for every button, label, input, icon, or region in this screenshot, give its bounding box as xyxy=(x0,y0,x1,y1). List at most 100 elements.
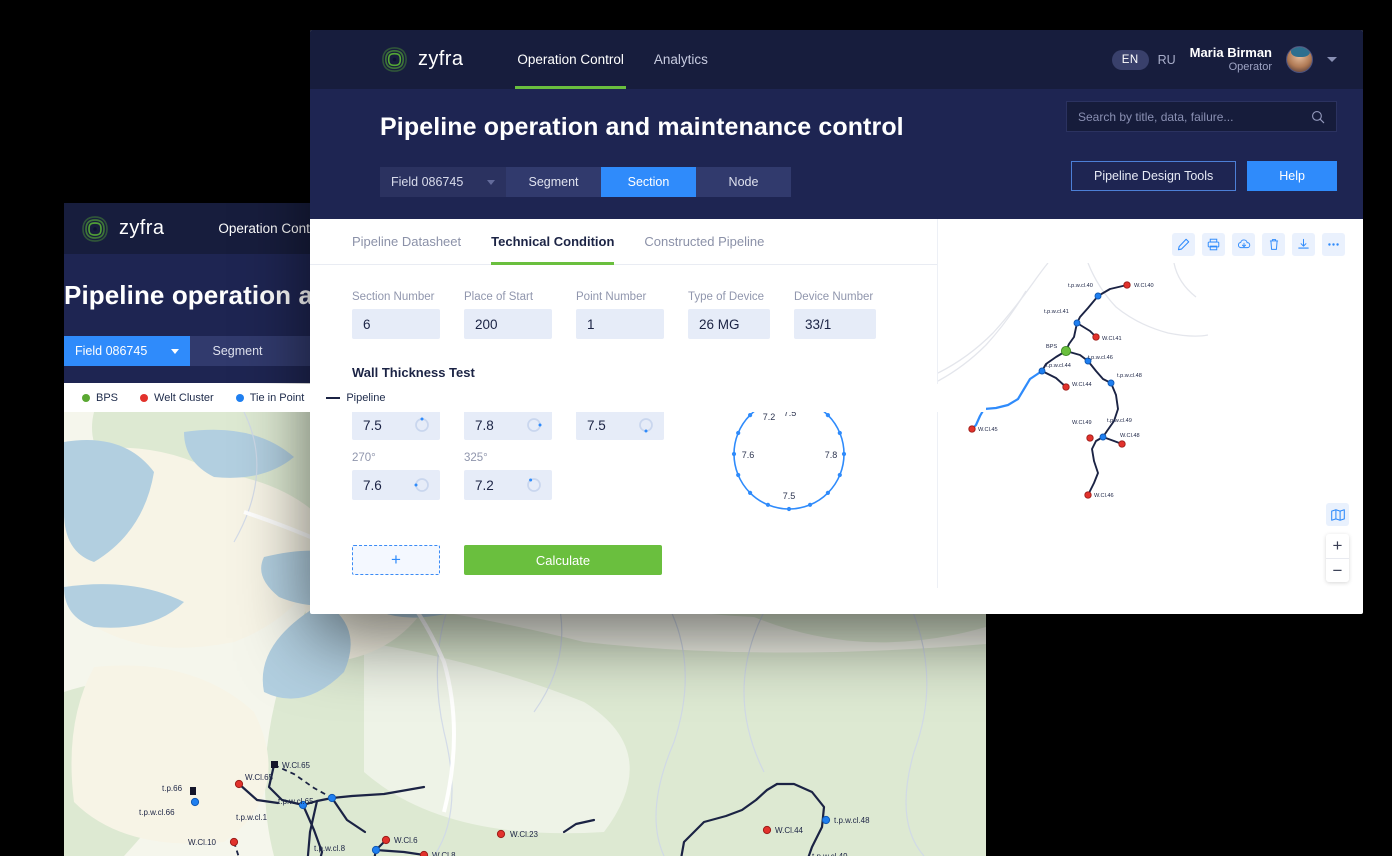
node-button[interactable]: Node xyxy=(696,167,791,197)
logo-back[interactable]: zyfra xyxy=(80,214,164,244)
help-button[interactable]: Help xyxy=(1247,161,1337,191)
calculate-button-label: Calculate xyxy=(535,552,591,568)
field-point-number: Point Number 1 xyxy=(576,291,664,339)
add-reading-button[interactable]: + xyxy=(352,545,440,575)
mini-label-wcl44: W.Cl.44 xyxy=(1072,382,1092,388)
section-button[interactable]: Section xyxy=(601,167,696,197)
field-device-number-input[interactable]: 33/1 xyxy=(794,309,876,339)
more-icon xyxy=(1328,243,1339,246)
legend-label-tie-in-point: Tie in Point xyxy=(249,392,305,404)
wall-thickness-row-2: 270° 7.6 325° 7.2 xyxy=(352,452,682,500)
segment-button[interactable]: Segment xyxy=(506,167,601,197)
mini-label-wcl49: W.Cl.49 xyxy=(1072,420,1092,426)
svg-text:t.p.w.cl.1: t.p.w.cl.1 xyxy=(236,813,268,822)
map-node-square xyxy=(271,761,278,768)
field-section-number: Section Number 6 xyxy=(352,291,440,339)
user-info[interactable]: Maria Birman Operator xyxy=(1190,45,1272,75)
print-button[interactable] xyxy=(1202,233,1225,256)
form-action-buttons: + Calculate xyxy=(310,521,937,575)
user-name: Maria Birman xyxy=(1189,44,1272,60)
cloud-upload-icon xyxy=(1237,239,1250,249)
hero-action-buttons: Pipeline Design Tools Help xyxy=(1070,161,1337,191)
mini-map-zoom-in-button[interactable]: + xyxy=(1326,534,1349,558)
mini-label-wcl46: W.Cl.46 xyxy=(1094,493,1114,499)
reading-270deg-label: 270° xyxy=(352,452,376,464)
tab-operation-control-label: Operation Control xyxy=(517,52,624,67)
mini-map-zoom-out-button[interactable]: − xyxy=(1326,558,1349,582)
page-hero: Pipeline operation and maintenance contr… xyxy=(310,89,1363,219)
field-place-of-start-input[interactable]: 200 xyxy=(464,309,552,339)
print-icon xyxy=(1207,238,1220,251)
language-ru-button[interactable]: RU xyxy=(1158,53,1176,67)
reading-270deg-input[interactable]: 7.6 xyxy=(352,470,440,500)
tab-operation-control[interactable]: Operation Control xyxy=(515,30,626,89)
field-section-number-label: Section Number xyxy=(352,291,435,303)
zyfra-logo-icon xyxy=(382,47,407,72)
trash-icon xyxy=(1269,239,1278,250)
field-point-number-label: Point Number xyxy=(576,291,647,303)
mini-label-tpwcl46: t.p.w.cl.46 xyxy=(1088,355,1113,361)
reading-270deg-value: 7.6 xyxy=(363,477,382,493)
pipeline-design-tools-label: Pipeline Design Tools xyxy=(1093,169,1214,183)
wall-thickness-test-title: Wall Thickness Test xyxy=(352,365,475,380)
svg-text:W.Cl.65: W.Cl.65 xyxy=(245,773,274,782)
mini-map-panel: t.p.w.cl.40 W.Cl.40 t.p.w.cl.41 BPS W.Cl… xyxy=(937,219,1363,588)
circle-label-270deg: 7.6 xyxy=(741,450,754,460)
reading-0deg-input[interactable]: 7.5 xyxy=(352,410,440,440)
tab-constructed-pipeline-label: Constructed Pipeline xyxy=(644,234,765,249)
pipeline-design-tools-button[interactable]: Pipeline Design Tools xyxy=(1070,161,1237,191)
field-type-of-device: Type of Device 26 MG xyxy=(688,291,770,339)
search-input[interactable]: Search by title, data, failure... xyxy=(1066,101,1337,132)
field-device-number-label: Device Number xyxy=(794,291,874,303)
angle-gauge-90deg-icon xyxy=(525,416,543,434)
back-field-selector[interactable]: Field 086745 xyxy=(64,336,190,366)
back-segment-button[interactable]: Segment xyxy=(190,336,285,366)
section-tabs: Pipeline Datasheet Technical Condition C… xyxy=(310,219,937,265)
language-switcher: EN RU xyxy=(1111,49,1176,70)
chevron-down-icon xyxy=(487,179,495,185)
download-button[interactable] xyxy=(1292,233,1315,256)
calculate-button[interactable]: Calculate xyxy=(464,545,662,575)
legend-label-welt-cluster: Welt Cluster xyxy=(154,392,214,404)
mini-map-layers-button[interactable] xyxy=(1326,503,1349,526)
field-point-number-input[interactable]: 1 xyxy=(576,309,664,339)
search-icon xyxy=(1312,110,1325,123)
tab-constructed-pipeline[interactable]: Constructed Pipeline xyxy=(644,219,764,265)
field-type-of-device-input[interactable]: 26 MG xyxy=(688,309,770,339)
delete-button[interactable] xyxy=(1262,233,1285,256)
user-role: Operator xyxy=(1228,60,1272,73)
mini-label-tpwcl48: t.p.w.cl.48 xyxy=(1117,373,1142,379)
mini-map[interactable]: t.p.w.cl.40 W.Cl.40 t.p.w.cl.41 BPS W.Cl… xyxy=(938,263,1363,588)
mini-map-canvas: t.p.w.cl.40 W.Cl.40 t.p.w.cl.41 BPS W.Cl… xyxy=(938,263,1209,588)
back-tab-operation-control-label: Operation Control xyxy=(218,221,325,236)
chevron-down-icon[interactable] xyxy=(1327,57,1337,62)
reading-90deg-input[interactable]: 7.8 xyxy=(464,410,552,440)
brand-name-back: zyfra xyxy=(119,217,165,239)
language-en-button[interactable]: EN xyxy=(1111,49,1149,70)
tab-technical-condition[interactable]: Technical Condition xyxy=(491,219,615,265)
field-selector[interactable]: Field 086745 xyxy=(380,167,506,197)
svg-text:t.p.w.cl.8: t.p.w.cl.8 xyxy=(314,844,346,853)
legend-item-welt-cluster: Welt Cluster xyxy=(140,392,214,404)
legend-label-pipeline: Pipeline xyxy=(346,392,386,404)
svg-text:W.Cl.8: W.Cl.8 xyxy=(432,851,456,856)
legend-item-bps: BPS xyxy=(82,392,118,404)
legend-item-tie-in-point: Tie in Point xyxy=(235,392,305,404)
cloud-upload-button[interactable] xyxy=(1232,233,1255,256)
edit-button[interactable] xyxy=(1172,233,1195,256)
tab-analytics[interactable]: Analytics xyxy=(652,30,710,89)
reading-0deg-value: 7.5 xyxy=(363,417,382,433)
circle-label-180deg: 7.5 xyxy=(782,491,795,501)
reading-180deg-input[interactable]: 7.5 xyxy=(576,410,664,440)
tab-pipeline-datasheet[interactable]: Pipeline Datasheet xyxy=(352,219,461,265)
logo-front[interactable]: zyfra xyxy=(380,45,463,74)
field-device-number: Device Number 33/1 xyxy=(794,291,876,339)
reading-325deg-input[interactable]: 7.2 xyxy=(464,470,552,500)
field-place-of-start: Place of Start 200 xyxy=(464,291,552,339)
avatar[interactable] xyxy=(1286,46,1313,73)
svg-text:t.p.66: t.p.66 xyxy=(162,784,183,793)
reading-325deg-label: 325° xyxy=(464,452,488,464)
reading-180deg-value: 7.5 xyxy=(587,417,606,433)
more-options-button[interactable] xyxy=(1322,233,1345,256)
field-section-number-input[interactable]: 6 xyxy=(352,309,440,339)
